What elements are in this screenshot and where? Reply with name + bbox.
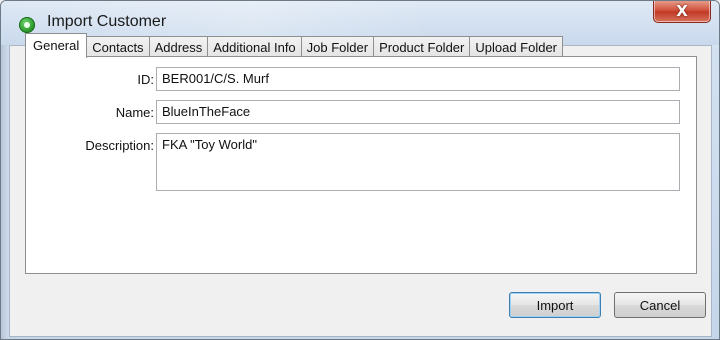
app-icon bbox=[19, 17, 35, 33]
id-field[interactable]: BER001/C/S. Murf bbox=[156, 67, 680, 91]
close-icon: X bbox=[676, 2, 688, 20]
id-label: ID: bbox=[137, 72, 154, 87]
import-customer-dialog: Import Customer X General Contacts Addre… bbox=[0, 0, 720, 340]
tab-job-folder[interactable]: Job Folder bbox=[301, 36, 375, 58]
import-button[interactable]: Import bbox=[509, 292, 601, 318]
cancel-button[interactable]: Cancel bbox=[614, 292, 706, 318]
tab-upload-folder[interactable]: Upload Folder bbox=[470, 36, 564, 58]
tab-contacts[interactable]: Contacts bbox=[87, 36, 150, 58]
tab-strip: General Contacts Address Additional Info… bbox=[25, 33, 564, 58]
window-frame-edge bbox=[1, 45, 9, 339]
close-button[interactable]: X bbox=[653, 1, 711, 23]
name-label: Name: bbox=[115, 105, 154, 120]
tab-address[interactable]: Address bbox=[149, 36, 209, 58]
window-title: Import Customer bbox=[47, 13, 167, 30]
description-textarea[interactable]: FKA "Toy World" bbox=[156, 133, 680, 191]
general-tab-panel: ID: BER001/C/S. Murf Name: BlueInTheFace… bbox=[25, 56, 697, 274]
tab-product-folder[interactable]: Product Folder bbox=[374, 36, 471, 58]
description-label: Description: bbox=[85, 138, 154, 153]
tab-general[interactable]: General bbox=[25, 33, 88, 58]
name-field[interactable]: BlueInTheFace bbox=[156, 100, 680, 124]
tab-additional-info[interactable]: Additional Info bbox=[208, 36, 302, 58]
